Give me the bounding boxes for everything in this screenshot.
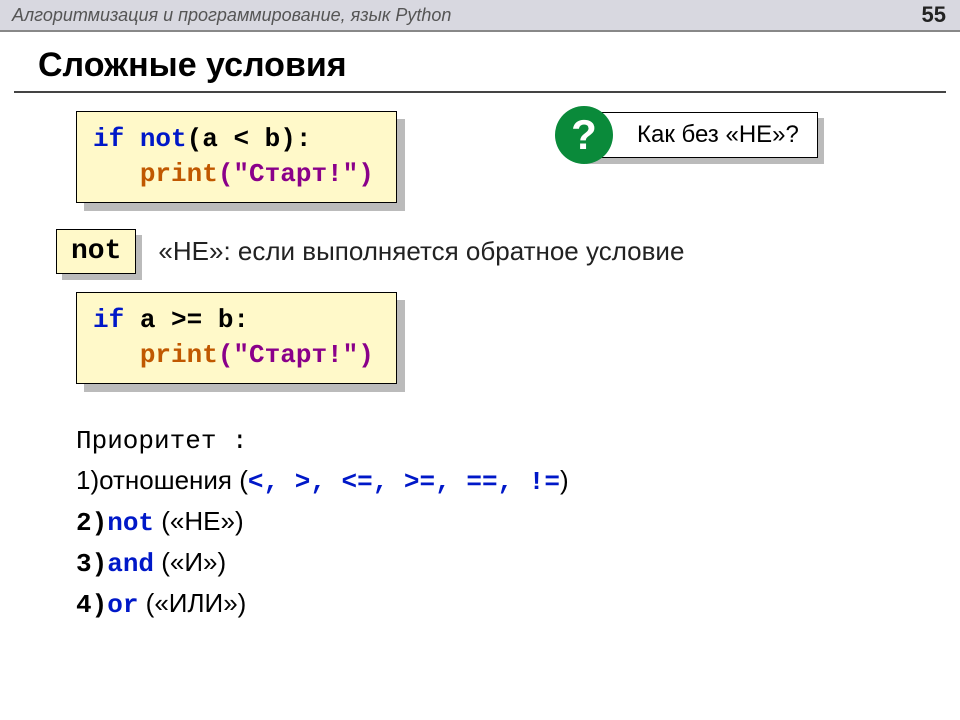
str-args: ("Старт!") [218,340,374,370]
not-badge-wrap: not [56,229,136,274]
pre: 1)отношения ( [76,465,248,495]
num: 4) [76,590,107,620]
not-badge: not [56,229,136,274]
code-content: if not(a < b): print("Старт!") [76,111,397,203]
indent [93,159,140,189]
code-content: if a >= b: print("Старт!") [76,292,397,384]
num: 2) [76,508,107,538]
priority-line-1: 1)отношения (<, >, <=, >=, ==, !=) [76,461,960,502]
slide-title: Сложные условия [38,46,960,89]
callout-text: Как без «НЕ»? [637,121,799,148]
post: («ИЛИ») [138,588,246,618]
title-underline [14,91,946,93]
callout-box: ? Как без «НЕ»? [580,112,818,158]
num: 3) [76,549,107,579]
cond: a >= b: [124,305,249,335]
fn-print: print [140,159,218,189]
kw: not [107,508,154,538]
header-bar: Алгоритмизация и программирование, язык … [0,0,960,32]
kw-if: if [93,124,124,154]
code-block-1: if not(a < b): print("Старт!") [76,111,397,203]
header-title: Алгоритмизация и программирование, язык … [12,5,451,26]
priority-line-2: 2)not («НЕ») [76,502,960,543]
not-row: not «НЕ»: если выполняется обратное усло… [56,229,960,274]
priority-line-4: 4)or («ИЛИ») [76,584,960,625]
post: («НЕ») [154,506,244,536]
post: ) [560,465,569,495]
kw-not: not [140,124,187,154]
priority-list: Приоритет : 1)отношения (<, >, <=, >=, =… [76,422,960,625]
code-block-2: if a >= b: print("Старт!") [76,292,397,384]
fn-print: print [140,340,218,370]
ops: <, >, <=, >=, ==, != [248,467,560,497]
kw: and [107,549,154,579]
kw: or [107,590,138,620]
str-args: ("Старт!") [218,159,374,189]
priority-header: Приоритет : [76,422,960,461]
indent [93,340,140,370]
question-callout: ? Как без «НЕ»? [580,112,818,158]
kw-if: if [93,305,124,335]
not-description: «НЕ»: если выполняется обратное условие [158,236,684,267]
priority-line-3: 3)and («И») [76,543,960,584]
page-number: 55 [922,2,946,28]
cond: (a < b): [187,124,312,154]
post: («И») [154,547,226,577]
question-icon: ? [555,106,613,164]
